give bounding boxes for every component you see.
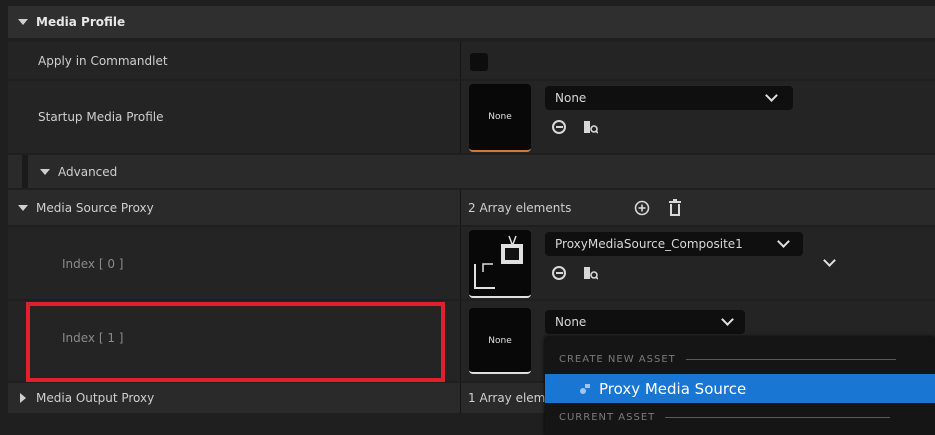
media-profile-header[interactable]: Media Profile <box>8 6 935 38</box>
index0-combo-value: ProxyMediaSource_Composite1 <box>555 237 743 251</box>
index0-thumbnail[interactable] <box>469 230 531 298</box>
proxy-media-source-label: Proxy Media Source <box>599 379 747 398</box>
array-count-label: 2 Array elements <box>468 200 572 215</box>
index1-thumbnail[interactable]: None <box>469 308 531 374</box>
media-profile-label: Media Profile <box>36 15 126 29</box>
startup-profile-combo-value: None <box>555 91 587 105</box>
media-source-proxy-label: Media Source Proxy <box>36 200 154 215</box>
media-output-proxy-label: Media Output Proxy <box>36 391 155 405</box>
browse-folder-icon[interactable] <box>584 266 598 280</box>
thumbnail-none-label: None <box>488 336 512 346</box>
apply-in-commandlet-checkbox[interactable] <box>470 53 488 71</box>
use-selected-icon[interactable] <box>552 120 566 134</box>
collapse-arrow-icon[interactable] <box>40 168 50 175</box>
index1-combo-value: None <box>555 315 587 329</box>
startup-profile-thumbnail[interactable]: None <box>469 84 531 152</box>
collapse-arrow-icon[interactable] <box>18 19 28 25</box>
proxy-media-source-item[interactable]: Proxy Media Source <box>545 374 935 403</box>
advanced-label: Advanced <box>58 164 118 179</box>
create-new-asset-header: CREATE NEW ASSET <box>559 354 676 365</box>
expand-arrow-icon[interactable] <box>20 393 26 403</box>
index0-label: Index [ 0 ] <box>62 257 124 271</box>
apply-in-commandlet-label: Apply in Commandlet <box>38 53 168 68</box>
index0-combo[interactable]: ProxyMediaSource_Composite1 <box>545 232 803 256</box>
browse-folder-icon[interactable] <box>584 120 598 134</box>
chevron-down-icon <box>765 89 778 102</box>
startup-profile-combo[interactable]: None <box>545 86 793 110</box>
trash-icon[interactable] <box>667 199 683 217</box>
thumbnail-none-label: None <box>488 112 512 122</box>
collapse-arrow-icon[interactable] <box>18 204 28 211</box>
asset-class-icon <box>580 383 590 394</box>
startup-media-profile-label: Startup Media Profile <box>38 110 164 124</box>
media-source-proxy-row[interactable]: Media Source Proxy 2 Array elements <box>8 190 935 225</box>
highlight-annotation-box <box>26 302 445 382</box>
asset-picker-dropdown[interactable]: CREATE NEW ASSET Proxy Media Source CURR… <box>545 337 935 435</box>
current-asset-header: CURRENT ASSET <box>559 412 656 423</box>
add-element-icon[interactable] <box>634 200 650 216</box>
chevron-down-icon <box>777 235 790 248</box>
use-selected-icon[interactable] <box>552 266 566 280</box>
advanced-row[interactable]: Advanced <box>8 155 935 188</box>
details-panel: Media Profile Apply in Commandlet Startu… <box>0 0 935 435</box>
index1-combo[interactable]: None <box>545 310 745 334</box>
chevron-down-icon <box>721 313 734 326</box>
media-source-thumbnail-icon <box>474 235 523 289</box>
array-count-label: 1 Array elem <box>468 391 546 405</box>
